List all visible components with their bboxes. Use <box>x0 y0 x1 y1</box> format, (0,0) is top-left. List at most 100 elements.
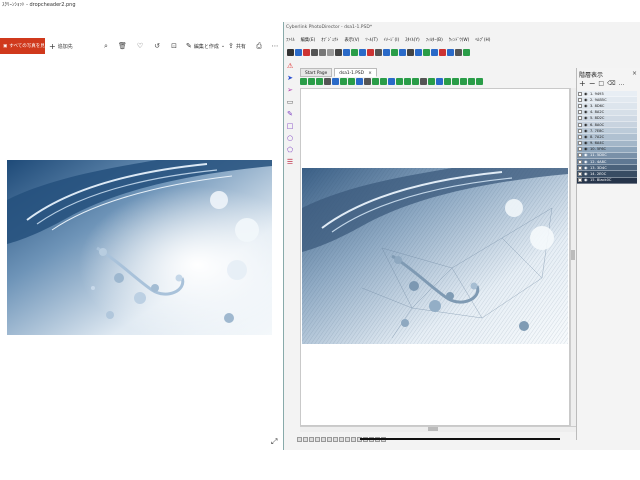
edit-tool-icon-4[interactable] <box>324 77 331 85</box>
edit-tool-icon-21[interactable] <box>460 77 467 85</box>
monitor-icon[interactable]: ▭ <box>286 98 294 106</box>
layer-checkbox[interactable] <box>578 178 582 183</box>
edit-create-button[interactable]: ✎ 編集と作成 ⌄ <box>186 41 225 51</box>
layer-checkbox[interactable] <box>578 141 582 146</box>
favorite-icon[interactable]: ♡ <box>136 42 144 50</box>
menu-object[interactable]: ｵﾌﾞｼﾞｪｸﾄ <box>321 37 338 45</box>
layer-checkbox[interactable] <box>578 91 582 96</box>
layer-checkbox[interactable] <box>578 116 582 121</box>
main-tool-icon-4[interactable] <box>311 48 318 56</box>
edit-tool-icon-20[interactable] <box>452 77 459 85</box>
main-tool-icon-9[interactable] <box>351 48 358 56</box>
main-tool-icon-10[interactable] <box>359 48 366 56</box>
edit-tool-icon-22[interactable] <box>468 77 475 85</box>
eye-icon[interactable]: ◉ <box>584 103 588 108</box>
eye-icon[interactable]: ◉ <box>584 134 588 139</box>
eye-icon[interactable]: ◉ <box>584 141 588 145</box>
eye-icon[interactable]: ◉ <box>584 122 588 127</box>
eye-icon[interactable]: ◉ <box>584 97 588 102</box>
eye-icon[interactable]: ◉ <box>584 147 588 151</box>
menu-tools[interactable]: ﾂｰﾙ(T) <box>365 37 377 45</box>
status-segment[interactable] <box>345 437 350 442</box>
main-tool-icon-3[interactable] <box>303 48 310 56</box>
pen-icon[interactable]: ✎ <box>286 110 294 118</box>
edit-tool-icon-8[interactable] <box>356 77 363 85</box>
main-tool-icon-19[interactable] <box>431 48 438 56</box>
rotate-icon[interactable]: ↺ <box>153 42 161 50</box>
add-to-button[interactable]: + 追加先 <box>49 41 73 51</box>
main-tool-icon-18[interactable] <box>423 48 430 56</box>
status-segment[interactable] <box>309 437 314 442</box>
edit-tool-icon-11[interactable] <box>380 77 387 85</box>
edit-tool-icon-17[interactable] <box>428 77 435 85</box>
direct-select-icon[interactable]: ➢ <box>286 86 294 94</box>
status-segment[interactable] <box>315 437 320 442</box>
eye-icon[interactable]: ◉ <box>584 91 588 96</box>
add-layer-icon[interactable]: + <box>579 80 586 88</box>
view-all-photos-button[interactable]: ▣ すべての写真を見る <box>0 38 49 54</box>
main-tool-icon-7[interactable] <box>335 48 342 56</box>
main-tool-icon-22[interactable] <box>455 48 462 56</box>
status-segment[interactable] <box>303 437 308 442</box>
edit-tool-icon-19[interactable] <box>444 77 451 85</box>
eye-icon[interactable]: ◉ <box>584 159 588 164</box>
print-icon[interactable]: ⎙ <box>255 42 263 50</box>
layer-checkbox[interactable] <box>578 159 582 164</box>
menu-filter[interactable]: ﾌｨﾙﾀｰ(B) <box>426 37 443 45</box>
horizontal-scrollbar[interactable] <box>300 426 576 432</box>
menu-style[interactable]: ｽﾀｲﾙ(Y) <box>405 37 420 45</box>
eye-icon[interactable]: ◉ <box>584 110 588 114</box>
edit-tool-icon-14[interactable] <box>404 77 411 85</box>
layer-checkbox[interactable] <box>578 128 582 133</box>
eye-icon[interactable]: ◉ <box>584 153 588 157</box>
status-segment[interactable] <box>351 437 356 442</box>
main-tool-icon-16[interactable] <box>407 48 414 56</box>
eye-icon[interactable]: ◉ <box>584 172 588 176</box>
layer-checkbox[interactable] <box>578 103 582 108</box>
main-tool-icon-5[interactable] <box>319 48 326 56</box>
delete-layer-icon[interactable]: ⌫ <box>607 80 615 88</box>
layer-checkbox[interactable] <box>578 147 582 152</box>
status-segment[interactable] <box>297 437 302 442</box>
menu-file[interactable]: ﾌｧｲﾙ <box>286 37 295 45</box>
eye-icon[interactable]: ◉ <box>584 165 588 170</box>
zoom-icon[interactable]: ⌕ <box>102 42 110 50</box>
edit-tool-icon-12[interactable] <box>388 77 395 85</box>
edit-tool-icon-3[interactable] <box>316 77 323 85</box>
edit-tool-icon-5[interactable] <box>332 77 339 85</box>
layer-checkbox[interactable] <box>578 110 582 115</box>
main-tool-icon-15[interactable] <box>399 48 406 56</box>
status-segment[interactable] <box>339 437 344 442</box>
main-tool-icon-17[interactable] <box>415 48 422 56</box>
ellipse-icon[interactable]: ○ <box>286 134 294 142</box>
main-tool-icon-8[interactable] <box>343 48 350 56</box>
delete-icon[interactable]: 🗑 <box>118 42 127 50</box>
main-tool-icon-20[interactable] <box>439 48 446 56</box>
edit-tool-icon-23[interactable] <box>476 77 483 85</box>
layers-stack-icon[interactable]: ☰ <box>286 158 294 166</box>
edit-tool-icon-18[interactable] <box>436 77 443 85</box>
layer-checkbox[interactable] <box>578 134 582 139</box>
status-segment[interactable] <box>321 437 326 442</box>
edit-tool-icon-9[interactable] <box>364 77 371 85</box>
main-tool-icon-12[interactable] <box>375 48 382 56</box>
status-segment[interactable] <box>333 437 338 442</box>
select-arrow-icon[interactable]: ➤ <box>286 74 294 82</box>
edit-tool-icon-13[interactable] <box>396 77 403 85</box>
edit-tool-icon-1[interactable] <box>300 77 307 85</box>
menu-image[interactable]: ｲﾒｰｼﾞ(I) <box>384 37 399 45</box>
layer-checkbox[interactable] <box>578 165 582 170</box>
expand-icon[interactable]: ⤢ <box>271 438 279 446</box>
main-tool-icon-21[interactable] <box>447 48 454 56</box>
share-button[interactable]: ⇪ 共有 <box>228 41 246 51</box>
new-group-icon[interactable]: □ <box>598 80 604 88</box>
vertical-scroll-thumb[interactable] <box>571 250 575 260</box>
remove-layer-icon[interactable]: − <box>589 80 596 88</box>
rectangle-icon[interactable]: □ <box>286 122 294 130</box>
menu-window[interactable]: ｳｨﾝﾄﾞｳ(W) <box>449 37 470 45</box>
main-tool-icon-11[interactable] <box>367 48 374 56</box>
eye-icon[interactable]: ◉ <box>584 178 588 182</box>
more-icon[interactable]: ⋯ <box>271 42 279 50</box>
main-tool-icon-23[interactable] <box>463 48 470 56</box>
polygon-icon[interactable]: ⬠ <box>286 146 294 154</box>
